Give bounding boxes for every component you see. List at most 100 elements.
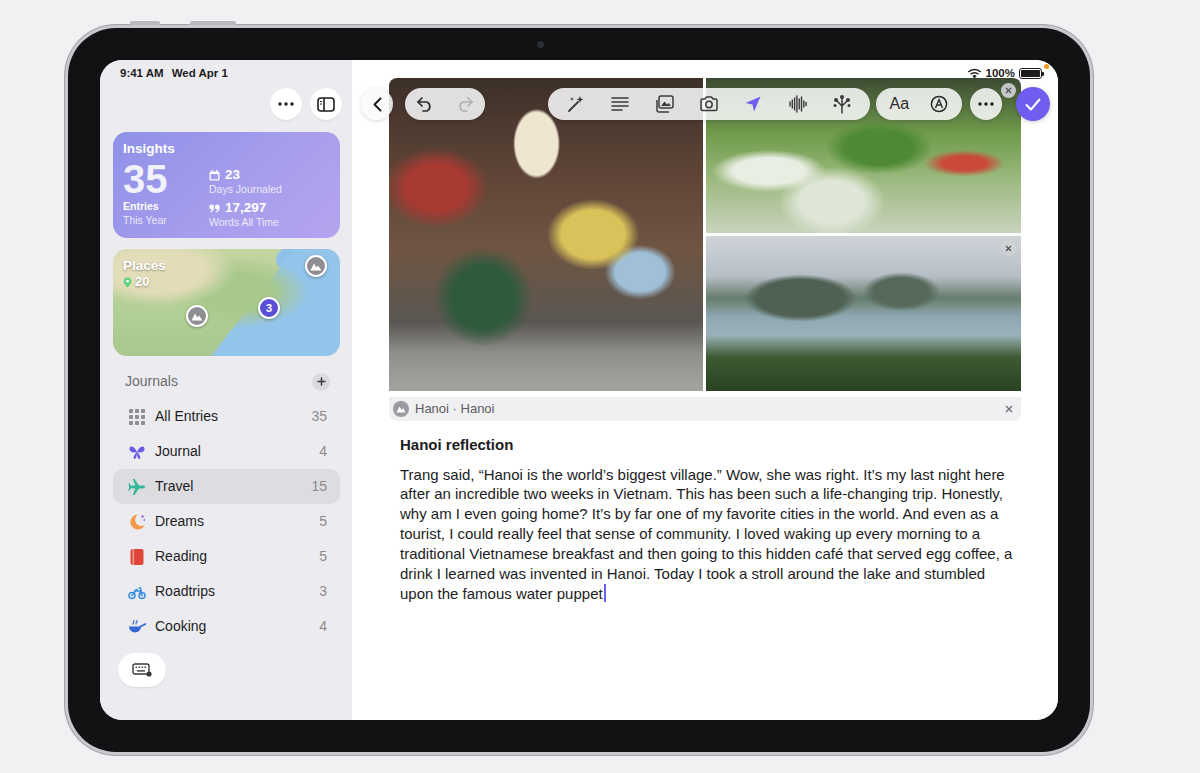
journal-count: 5 [319,511,327,532]
days-count: 23 [225,168,240,182]
location-label: Hanoi · Hanoi [415,399,999,419]
magic-wand-icon [566,94,586,114]
markup-icon[interactable] [930,95,948,113]
journal-label: Dreams [155,511,310,532]
done-button[interactable] [1016,87,1050,121]
landscape-photo[interactable] [706,236,1021,391]
map-pin[interactable] [305,255,327,277]
more-button[interactable] [270,88,302,120]
journal-label: All Entries [155,406,302,427]
entries-count: 35 [123,159,209,199]
location-arrow-icon [743,94,763,114]
landmark-icon [191,311,203,321]
journal-icon [128,583,146,601]
places-title: Places [123,258,330,274]
sidebar-toggle-button[interactable] [310,88,342,120]
places-card[interactable]: Places 20 3 [113,249,340,356]
status-bar-left: 9:41 AM Wed Apr 1 [113,60,340,80]
more-options-button[interactable] [970,88,1002,120]
close-icon [1005,245,1012,252]
pin-count: 3 [266,300,272,317]
close-icon[interactable] [1005,405,1013,413]
journal-label: Travel [155,476,302,497]
insights-card[interactable]: Insights 35 Entries This Year 23 Days Jo… [113,132,340,238]
butterfly-icon [128,443,146,461]
toolbar-tool[interactable] [738,89,768,119]
text-lines-icon [610,94,630,114]
entries-label: Entries [123,199,209,213]
entries-sublabel: This Year [123,213,209,227]
ipad-frame: 9:41 AM Wed Apr 1 Insights 35 Entries Th… [68,28,1090,752]
journal-label: Journal [155,441,310,462]
toolbar-tool[interactable] [694,89,724,119]
journal-item[interactable]: Cooking 4 [113,609,340,644]
wifi-icon [967,68,982,79]
screen: 9:41 AM Wed Apr 1 Insights 35 Entries Th… [100,60,1058,720]
status-bar-right: 100% [967,66,1042,80]
journal-item[interactable]: Reading 5 [113,539,340,574]
toolbar-tool[interactable] [561,89,591,119]
journal-count: 5 [319,546,327,567]
journal-list: All Entries35Journal4Travel15Dreams5Read… [113,399,340,644]
entry-text: Trang said, “Hanoi is the world’s bigges… [400,466,1012,602]
format-group: Aa [876,88,962,120]
journal-label: Cooking [155,616,310,637]
state-of-mind-icon [832,94,852,114]
journals-header: Journals [113,364,340,399]
redo-icon[interactable] [456,96,474,112]
pin-icon [123,277,132,288]
sidebar-actions [113,88,342,120]
journal-icon [128,513,146,531]
toolbar-tool[interactable] [605,89,635,119]
battery-percent: 100% [986,66,1015,80]
street-photo[interactable] [389,78,703,391]
journal-item[interactable]: All Entries35 [113,399,340,434]
map-pin[interactable]: 3 [258,297,280,319]
camera-icon [699,94,719,114]
moon-icon [128,513,146,531]
airplane-icon [128,478,146,496]
toolbar-tool[interactable] [783,89,813,119]
calendar-icon [209,170,220,181]
journal-count: 3 [319,581,327,602]
plus-icon [317,377,326,386]
battery-fill [1021,70,1040,77]
landmark-icon [393,401,409,417]
text-format-button[interactable]: Aa [890,94,910,114]
undo-icon[interactable] [416,96,434,112]
toolbar-tool[interactable] [650,89,680,119]
journal-icon [128,443,146,461]
privacy-indicator [1044,64,1049,69]
remove-photo-button[interactable] [1001,241,1016,256]
status-date: Wed Apr 1 [172,66,228,80]
entry-title[interactable]: Hanoi reflection [400,435,1020,455]
journal-item[interactable]: Journal 4 [113,434,340,469]
journal-item[interactable]: Dreams 5 [113,504,340,539]
ellipsis-icon [278,102,294,106]
journal-label: Reading [155,546,310,567]
undo-redo-group [405,88,485,120]
location-bar[interactable]: Hanoi · Hanoi [389,397,1021,421]
words-label: Words All Time [209,215,282,229]
editor-toolbar: Aa [361,87,1050,121]
map-pin[interactable] [186,305,208,327]
journal-count: 4 [319,441,327,462]
days-label: Days Journaled [209,182,282,196]
pan-icon [128,618,146,636]
back-button[interactable] [361,88,393,120]
remove-photo-button[interactable] [1001,83,1016,98]
journal-item[interactable]: Roadtrips3 [113,574,340,609]
power-button [190,21,236,25]
add-journal-button[interactable] [312,373,330,391]
journal-item[interactable]: Travel15 [113,469,340,504]
words-count: 17,297 [225,201,266,215]
text-cursor [604,584,606,602]
journal-count: 4 [319,616,327,637]
keyboard-button[interactable] [118,653,166,687]
toolbar-tool[interactable] [827,89,857,119]
book-icon [128,548,146,566]
journal-icon [128,548,146,566]
status-time: 9:41 AM [120,66,164,80]
entry-editor[interactable]: Hanoi reflection Trang said, “Hanoi is t… [400,435,1020,604]
entry-body[interactable]: Trang said, “Hanoi is the world’s bigges… [400,465,1020,604]
